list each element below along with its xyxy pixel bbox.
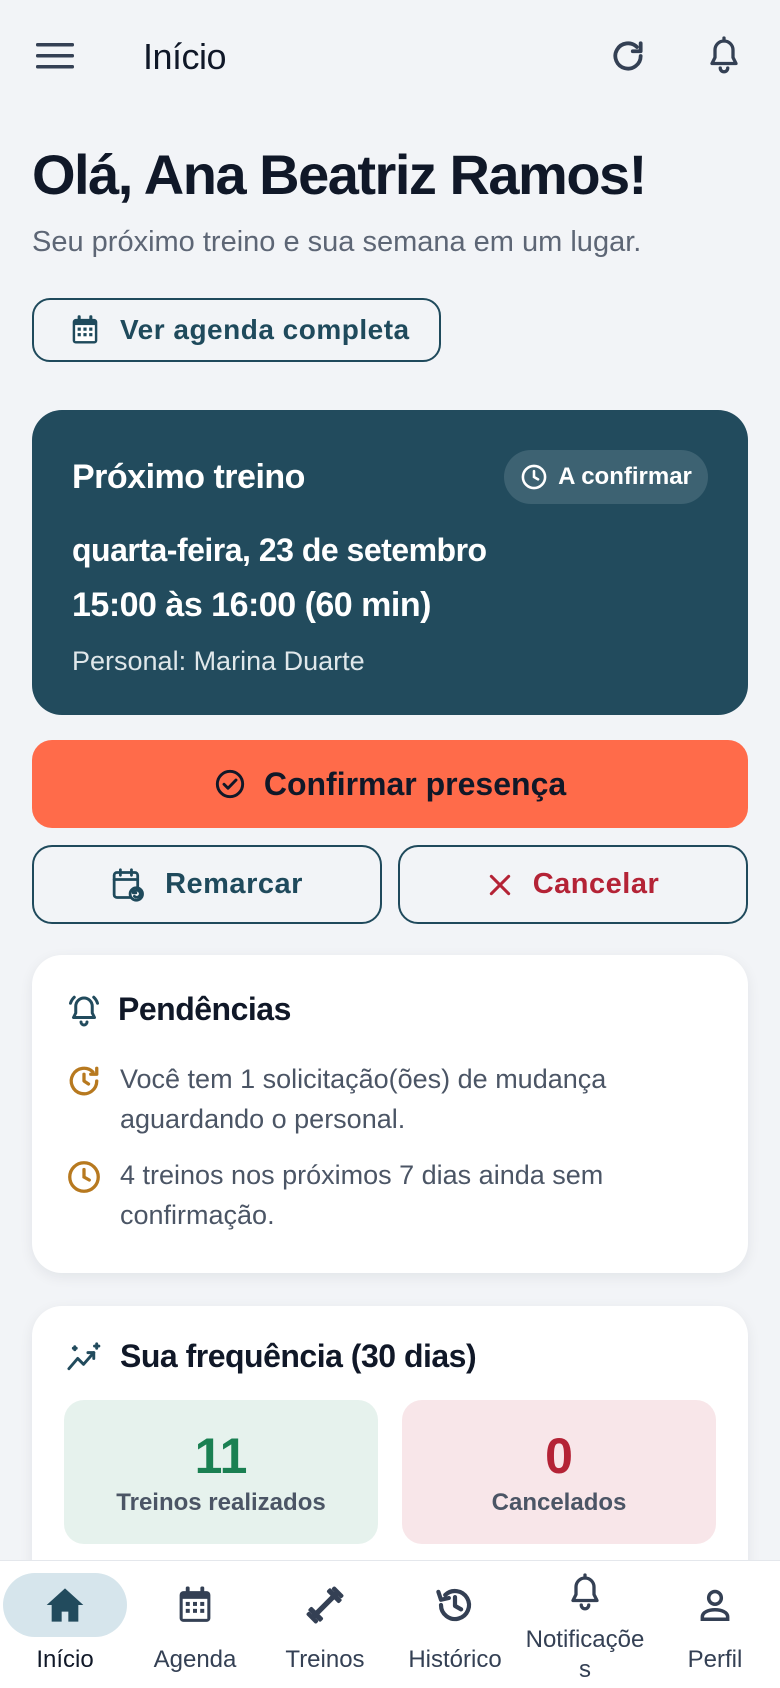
nav-icon-container xyxy=(263,1573,387,1637)
nav-icon-container xyxy=(523,1561,647,1625)
nav-icon-container xyxy=(393,1573,517,1637)
nav-item-workouts[interactable]: Treinos xyxy=(260,1561,390,1688)
pending-item-text: 4 treinos nos próximos 7 dias ainda sem … xyxy=(120,1160,604,1230)
calendar-icon xyxy=(72,315,98,344)
cancel-label: Cancelar xyxy=(532,868,660,900)
nav-label: Treinos xyxy=(285,1646,365,1673)
person-icon xyxy=(700,1589,730,1621)
list-item: 4 treinos nos próximos 7 dias ainda sem … xyxy=(66,1155,716,1235)
completed-workouts-label: Treinos realizados xyxy=(116,1489,326,1516)
clock-icon xyxy=(68,1161,100,1193)
cancelled-workouts-value: 0 xyxy=(545,1428,573,1484)
pending-card: Pendências Você tem 1 solicitação(ões) d… xyxy=(32,955,748,1273)
close-icon xyxy=(489,874,510,895)
status-badge-label: A confirmar xyxy=(558,463,692,490)
calendar-icon xyxy=(179,1586,211,1622)
hamburger-menu-icon xyxy=(36,43,74,69)
next-workout-date: quarta-feira, 23 de setembro xyxy=(72,532,487,568)
nav-item-home[interactable]: Início xyxy=(0,1561,130,1688)
frequency-title: Sua frequência (30 dias) xyxy=(120,1338,477,1374)
next-workout-title: Próximo treino xyxy=(72,458,305,496)
check-circle-icon xyxy=(215,769,244,799)
bell-icon xyxy=(571,1573,599,1611)
bell-icon xyxy=(710,36,738,74)
refresh-button[interactable] xyxy=(604,32,652,80)
bell-ring-icon xyxy=(69,995,99,1026)
frequency-header: Sua frequência (30 dias) xyxy=(66,1338,477,1375)
bottom-navigation: Início Agenda Treinos Histórico Notifica… xyxy=(0,1560,780,1688)
pending-item-text: Você tem 1 solicitação(ões) de mudança a… xyxy=(120,1064,607,1134)
cancelled-workouts-label: Cancelados xyxy=(491,1489,627,1516)
nav-label: Início xyxy=(36,1646,94,1673)
confirm-attendance-label: Confirmar presença xyxy=(263,765,567,802)
calendar-reschedule-icon xyxy=(112,867,145,902)
next-workout-time: 15:00 às 16:00 (60 min) xyxy=(72,586,431,624)
nav-item-agenda[interactable]: Agenda xyxy=(130,1561,260,1688)
nav-label: Perfil xyxy=(687,1646,743,1673)
pending-title: Pendências xyxy=(118,991,291,1027)
refresh-icon xyxy=(613,41,643,71)
confirm-attendance-button[interactable]: Confirmar presença xyxy=(32,740,748,828)
pending-header: Pendências xyxy=(66,991,291,1028)
greeting-subtitle: Seu próximo treino e sua semana em um lu… xyxy=(32,226,642,258)
cancel-button[interactable]: Cancelar xyxy=(398,845,748,924)
home-icon xyxy=(46,1588,84,1622)
dumbbell-icon xyxy=(306,1586,344,1624)
nav-label: Agenda xyxy=(153,1646,237,1673)
next-workout-card: Próximo treino A confirmar quarta-feira,… xyxy=(32,410,748,715)
next-workout-trainer: Personal: Marina Duarte xyxy=(72,646,365,676)
clock-icon xyxy=(521,464,547,490)
nav-item-notifications[interactable]: Notificações xyxy=(520,1561,650,1688)
nav-icon-container xyxy=(3,1573,127,1637)
nav-icon-container xyxy=(133,1573,257,1637)
completed-workouts-value: 11 xyxy=(194,1428,248,1484)
view-full-agenda-label: Ver agenda completa xyxy=(120,314,410,345)
top-app-bar: Início xyxy=(0,0,780,118)
history-icon xyxy=(436,1588,472,1622)
page-title: Início xyxy=(143,36,227,77)
nav-icon-container xyxy=(653,1573,777,1637)
menu-button[interactable] xyxy=(32,36,80,76)
completed-workouts-stat: 11 Treinos realizados xyxy=(64,1400,378,1544)
view-full-agenda-button[interactable]: Ver agenda completa xyxy=(32,298,441,362)
reschedule-label: Remarcar xyxy=(165,868,303,900)
trending-sparkle-icon xyxy=(67,1341,101,1370)
nav-label: Notificações xyxy=(525,1626,645,1683)
cancelled-workouts-stat: 0 Cancelados xyxy=(402,1400,716,1544)
nav-item-history[interactable]: Histórico xyxy=(390,1561,520,1688)
clock-refresh-icon xyxy=(69,1066,99,1096)
status-badge: A confirmar xyxy=(504,450,708,504)
greeting-title: Olá, Ana Beatriz Ramos! xyxy=(32,143,647,206)
nav-label: Histórico xyxy=(408,1646,502,1673)
nav-item-profile[interactable]: Perfil xyxy=(650,1561,780,1688)
list-item: Você tem 1 solicitação(ões) de mudança a… xyxy=(66,1059,716,1139)
notifications-button[interactable] xyxy=(700,32,748,80)
reschedule-button[interactable]: Remarcar xyxy=(32,845,382,924)
